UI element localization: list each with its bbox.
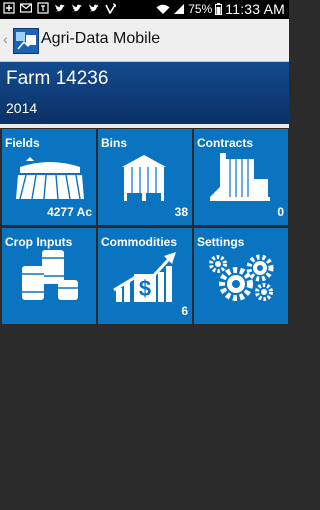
- svg-text:$: $: [139, 276, 151, 301]
- map-icon: [16, 32, 36, 50]
- crop-inputs-tile[interactable]: Crop Inputs: [2, 228, 96, 324]
- system-status: 75% 11:33 AM: [156, 1, 285, 17]
- commodities-tile[interactable]: Commodities $ 6: [98, 228, 192, 324]
- gears-icon: [209, 254, 274, 301]
- grain-bin-icon: [122, 155, 166, 201]
- tile-label: Fields: [5, 136, 40, 150]
- app-logo[interactable]: [13, 28, 39, 54]
- barrels-icon: [22, 250, 78, 300]
- back-icon[interactable]: ‹: [3, 31, 8, 47]
- farm-header[interactable]: Farm 14236 2014: [0, 62, 289, 124]
- commodities-chart-icon: $: [113, 252, 176, 302]
- battery-icon: [215, 3, 223, 15]
- notification-icons: [3, 2, 117, 14]
- farm-name: Farm 14236: [6, 68, 109, 89]
- tile-value: 0: [277, 205, 284, 219]
- add-icon: [3, 2, 15, 14]
- status-bar: 75% 11:33 AM: [0, 0, 289, 19]
- contracts-tile[interactable]: Contracts 0: [194, 129, 288, 225]
- fields-icon: [16, 157, 84, 199]
- signal-icon: [174, 4, 185, 14]
- twitter-icon: [72, 4, 82, 12]
- tile-label: Settings: [197, 235, 245, 249]
- app-title: Agri-Data Mobile: [41, 30, 161, 47]
- wifi-icon: [156, 4, 170, 14]
- tile-label: Crop Inputs: [5, 235, 73, 249]
- grain-elevator-icon: [210, 153, 270, 201]
- tile-label: Commodities: [101, 235, 178, 249]
- twitter-icon: [89, 4, 99, 12]
- header-divider: [0, 124, 289, 128]
- battery-percent: 75%: [188, 2, 213, 16]
- tile-value: 6: [181, 304, 188, 318]
- calendar-icon: [37, 2, 49, 14]
- tile-value: 38: [174, 205, 188, 219]
- twitter-icon: [55, 4, 65, 12]
- tile-label: Bins: [101, 136, 128, 150]
- settings-tile[interactable]: Settings: [194, 228, 288, 324]
- bins-tile[interactable]: Bins 38: [98, 129, 192, 225]
- vine-icon: [105, 3, 116, 14]
- tile-label: Contracts: [197, 136, 254, 150]
- mail-icon: [20, 3, 32, 13]
- tile-value: 4277 Ac: [47, 205, 92, 219]
- farm-year: 2014: [6, 100, 38, 116]
- fields-tile[interactable]: Fields 4277 Ac: [2, 129, 96, 225]
- action-bar: ‹ Agri-Data Mobile: [0, 19, 289, 62]
- status-time: 11:33 AM: [225, 1, 285, 17]
